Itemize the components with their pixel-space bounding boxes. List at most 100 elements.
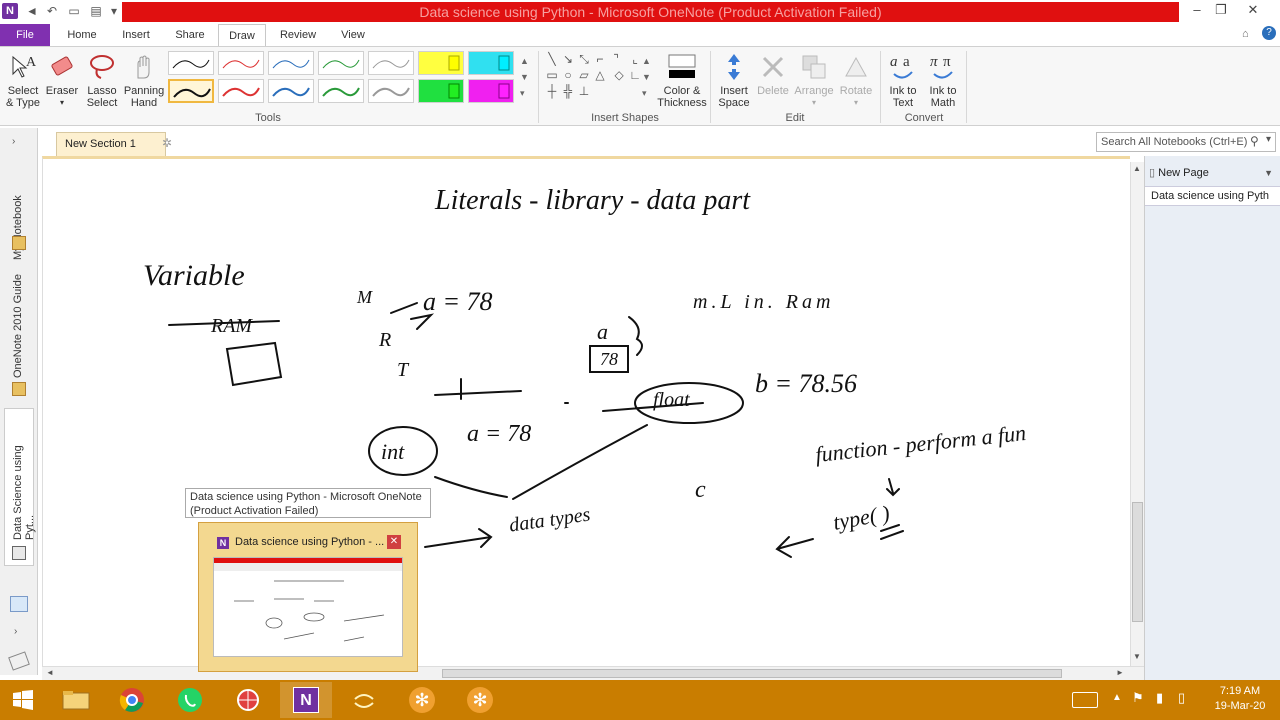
new-section-icon[interactable]: ✲ [162,136,172,150]
shapes-gallery[interactable]: ╲ ↘ ⤡ ⌐ ⌝ ⌞ ▭ ○ ▱ △ ◇ ∟ ┼ ╬ ⊥ [544,51,644,99]
network-icon[interactable]: ▮ [1156,690,1163,706]
expand-pane-icon[interactable]: › [12,136,15,147]
tab-view[interactable]: View [332,24,374,46]
diamond-shape-icon[interactable]: ◇ [611,67,627,83]
tab-review[interactable]: Review [274,24,322,46]
horizontal-scroll-thumb[interactable] [442,669,1062,678]
scroll-up-icon[interactable]: ▲ [1133,164,1141,173]
chrome-icon[interactable] [106,682,158,718]
close-button[interactable]: ✕ [1240,0,1266,20]
color-thickness-button[interactable]: Color & Thickness [656,49,708,109]
select-type-button[interactable]: A Select & Type [4,49,42,109]
pen-gallery-scroll[interactable]: ▲ ▼ ▾ [520,53,529,101]
corner-shape-icon[interactable]: ∟ [627,67,643,83]
vertical-scroll-thumb[interactable] [1132,502,1143,622]
ink-to-text-button[interactable]: aa Ink to Text [884,49,922,109]
bracket-shape-icon[interactable]: ⌝ [608,51,624,67]
app-icon[interactable] [222,682,274,718]
cross-axis-shape-icon[interactable]: ┼ [544,83,560,99]
pen-red-thin[interactable] [218,51,264,75]
panning-hand-button[interactable]: Panning Hand [122,49,166,109]
pen-green-thin[interactable] [318,51,364,75]
scroll-down-icon[interactable]: ▼ [1133,652,1141,661]
rotate-button[interactable]: Rotate ▾ [836,49,876,109]
delete-button[interactable]: Delete [754,49,792,97]
section-tab-new-section-1[interactable]: New Section 1 [56,132,166,156]
arrange-dropdown-icon[interactable]: ▾ [792,97,836,109]
pen-blue-thin[interactable] [268,51,314,75]
double-arrow-shape-icon[interactable]: ⤡ [576,51,592,67]
grid-axis-shape-icon[interactable]: ╬ [560,83,576,99]
tab-file[interactable]: File [0,24,50,46]
notebook-onenote-guide[interactable]: OneNote 2010 Guide [12,268,24,378]
unfiled-notes-icon[interactable] [10,596,28,612]
minimize-button[interactable]: – [1184,0,1210,20]
eraser-button[interactable]: Eraser ▾ [44,49,80,109]
insert-space-button[interactable]: Insert Space [714,49,754,109]
notebook-data-science[interactable]: Data Science using Pyt... [12,418,36,540]
rotate-dropdown-icon[interactable]: ▾ [836,97,876,109]
scroll-right-icon[interactable]: ► [1116,668,1124,677]
search-icon[interactable]: ⚲ [1250,134,1259,148]
new-page-dropdown-icon[interactable]: ▼ [1264,164,1273,182]
scroll-left-icon[interactable]: ◄ [46,668,54,677]
triangle-shape-icon[interactable]: △ [592,67,608,83]
pen-gray-thick[interactable] [368,79,414,103]
clock[interactable]: 7:19 AM 19-Mar-20 [1210,684,1270,714]
pen-green-thick[interactable] [318,79,364,103]
tab-draw[interactable]: Draw [218,24,266,46]
plane-shape-icon[interactable]: ⊥ [576,83,592,99]
axis-shape-icon[interactable]: ⌐ [592,51,608,67]
search-scope-dropdown-icon[interactable]: ▾ [1266,134,1271,145]
tab-home[interactable]: Home [60,24,104,46]
keyboard-icon[interactable] [1072,692,1098,708]
whatsapp-icon[interactable] [164,682,216,718]
new-page-button[interactable]: ▯ New Page ▼ [1149,164,1277,182]
onenote-app-icon[interactable]: N [2,3,18,19]
tab-share[interactable]: Share [168,24,212,46]
snowflake-app-icon-2[interactable]: ✻ [454,682,506,718]
highlighter-cyan[interactable] [468,51,514,75]
pen-red-thick[interactable] [218,79,264,103]
ellipse-shape-icon[interactable]: ○ [560,67,576,83]
arrow-shape-icon[interactable]: ↘ [560,51,576,67]
file-explorer-icon[interactable] [50,682,102,718]
highlighter-yellow[interactable] [418,51,464,75]
rectangle-shape-icon[interactable]: ▭ [544,67,560,83]
fullpage-icon[interactable]: ▤ [88,3,104,19]
parallelogram-shape-icon[interactable]: ▱ [576,67,592,83]
shapes-scroll[interactable]: ▲ ▼ ▾ [642,53,651,101]
quick-access-menu-icon[interactable]: ▾ [106,3,122,19]
show-hidden-icons[interactable]: ▲ [1112,692,1122,703]
snowflake-app-icon[interactable]: ✻ [396,682,448,718]
axis2-shape-icon[interactable]: ⌞ [627,51,643,67]
back-icon[interactable]: ◄ [24,3,40,19]
pen-black-thin[interactable] [168,51,214,75]
lasso-select-button[interactable]: Lasso Select [82,49,122,109]
battery-icon[interactable]: ▯ [1178,690,1185,706]
pen-black-thick[interactable] [168,79,214,103]
search-input[interactable]: Search All Notebooks (Ctrl+E) [1096,132,1276,152]
pen-blue-thick[interactable] [268,79,314,103]
tab-insert[interactable]: Insert [114,24,158,46]
page-tab-data-science[interactable]: Data science using Pyth [1145,186,1280,206]
expand-arrow-icon[interactable]: › [14,626,17,637]
onenote-taskbar-icon[interactable]: N [280,682,332,718]
arrange-button[interactable]: Arrange ▾ [792,49,836,109]
restore-button[interactable]: ❐ [1208,0,1234,20]
vertical-scrollbar[interactable]: ▲ ▼ [1130,162,1144,668]
dock-icon[interactable]: ▭ [66,3,82,19]
taskbar-thumbnail[interactable]: N Data science using Python - ... ✕ [198,522,418,672]
ink-to-math-button[interactable]: ππ Ink to Math [924,49,962,109]
undo-icon[interactable]: ↶ [44,3,60,19]
line-shape-icon[interactable]: ╲ [544,51,560,67]
flag-icon[interactable]: ⚑ [1132,690,1144,706]
editor-icon[interactable] [338,682,390,718]
highlighter-green[interactable] [418,79,464,103]
eraser-dropdown-icon[interactable]: ▾ [44,97,80,109]
help-icon[interactable]: ? [1262,26,1276,40]
highlighter-magenta[interactable] [468,79,514,103]
ruler-icon[interactable] [8,651,30,671]
thumbnail-close-button[interactable]: ✕ [387,535,401,549]
pen-gray-thin[interactable] [368,51,414,75]
